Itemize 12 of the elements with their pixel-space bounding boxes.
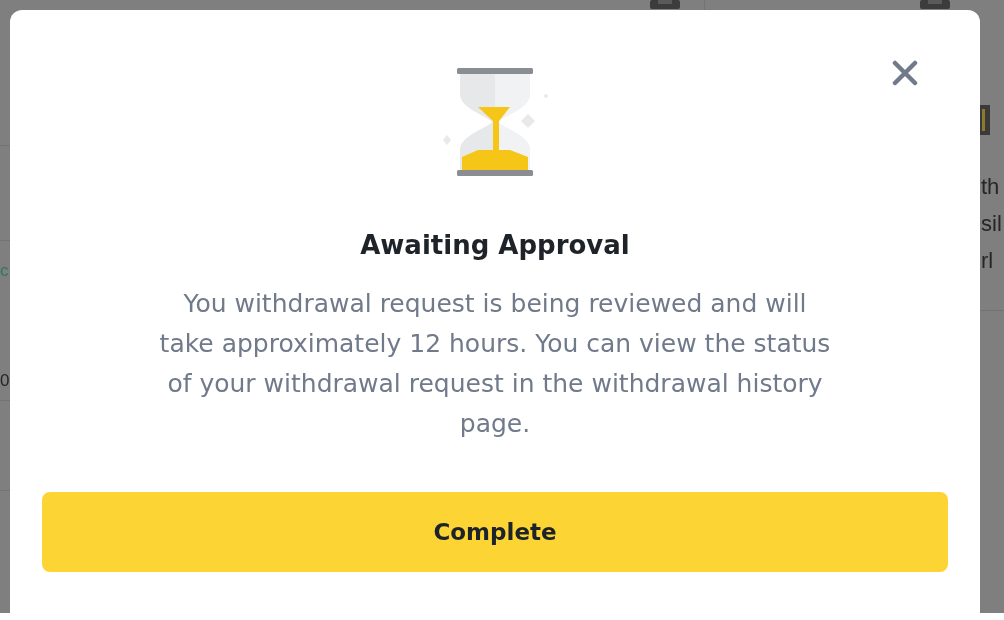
dialog-message: You withdrawal request is being reviewed and will take approximately 12 hours. You can view the status of your withdrawal request in the withdrawal history page. <box>158 288 832 440</box>
body-text: rl <box>980 247 994 275</box>
value-text: 0 <box>0 370 10 392</box>
dialog-title: Awaiting Approval <box>360 229 630 261</box>
close-button[interactable] <box>892 60 918 86</box>
square-icon <box>920 0 950 9</box>
complete-button[interactable]: Complete <box>42 492 948 572</box>
square-icon <box>650 0 680 9</box>
close-icon <box>892 60 918 86</box>
body-text: sil <box>980 210 1002 238</box>
body-text: th <box>980 173 1000 201</box>
partial-square-icon <box>980 105 990 135</box>
